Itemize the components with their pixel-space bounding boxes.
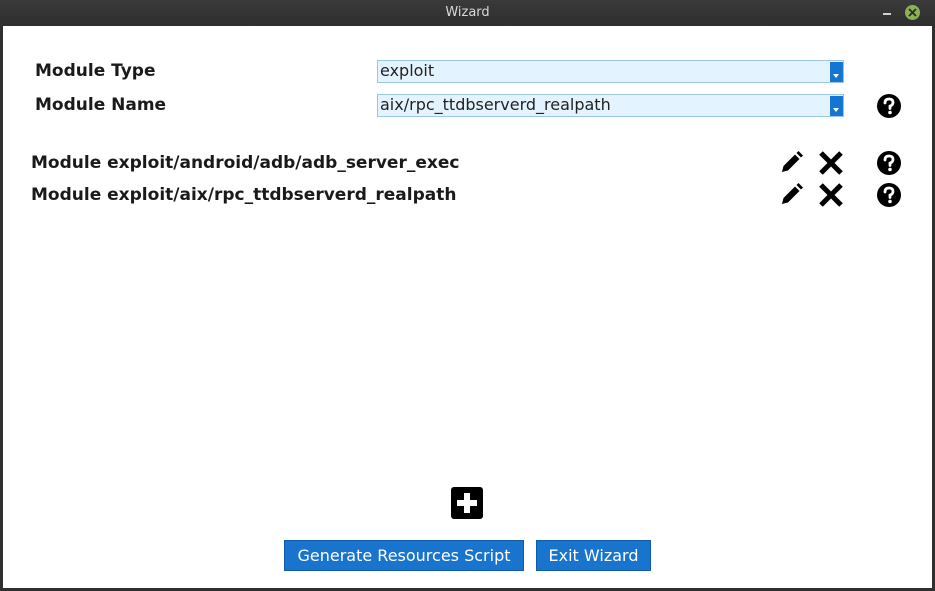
module-type-select[interactable]: exploit (377, 60, 844, 83)
question-circle-icon[interactable] (876, 182, 902, 208)
plus-square-icon[interactable] (451, 487, 483, 519)
module-entry-label: Module exploit/aix/rpc_ttdbserverd_realp… (31, 185, 457, 205)
pencil-icon[interactable] (778, 150, 804, 176)
close-icon (908, 8, 917, 17)
module-name-select[interactable]: aix/rpc_ttdbserverd_realpath (377, 94, 844, 117)
pencil-icon[interactable] (778, 182, 804, 208)
close-window-button[interactable] (905, 5, 920, 20)
module-name-value: aix/rpc_ttdbserverd_realpath (380, 95, 611, 114)
question-circle-icon[interactable] (876, 93, 902, 119)
chevron-down-icon[interactable] (830, 62, 843, 82)
generate-resources-button[interactable]: Generate Resources Script (284, 540, 524, 571)
close-x-icon[interactable] (818, 182, 844, 208)
close-x-icon[interactable] (818, 150, 844, 176)
title-bar: Wizard (0, 0, 935, 26)
window-title: Wizard (445, 5, 490, 20)
exit-wizard-button[interactable]: Exit Wizard (536, 540, 651, 571)
module-type-label: Module Type (35, 61, 156, 81)
question-circle-icon[interactable] (876, 150, 902, 176)
module-name-label: Module Name (35, 95, 167, 115)
module-entry-label: Module exploit/android/adb/adb_server_ex… (31, 153, 460, 173)
minimize-button[interactable] (880, 4, 894, 18)
chevron-down-icon[interactable] (830, 96, 843, 116)
wizard-panel: Module Type exploit Module Name aix/rpc_… (3, 26, 932, 588)
module-type-value: exploit (380, 61, 435, 80)
